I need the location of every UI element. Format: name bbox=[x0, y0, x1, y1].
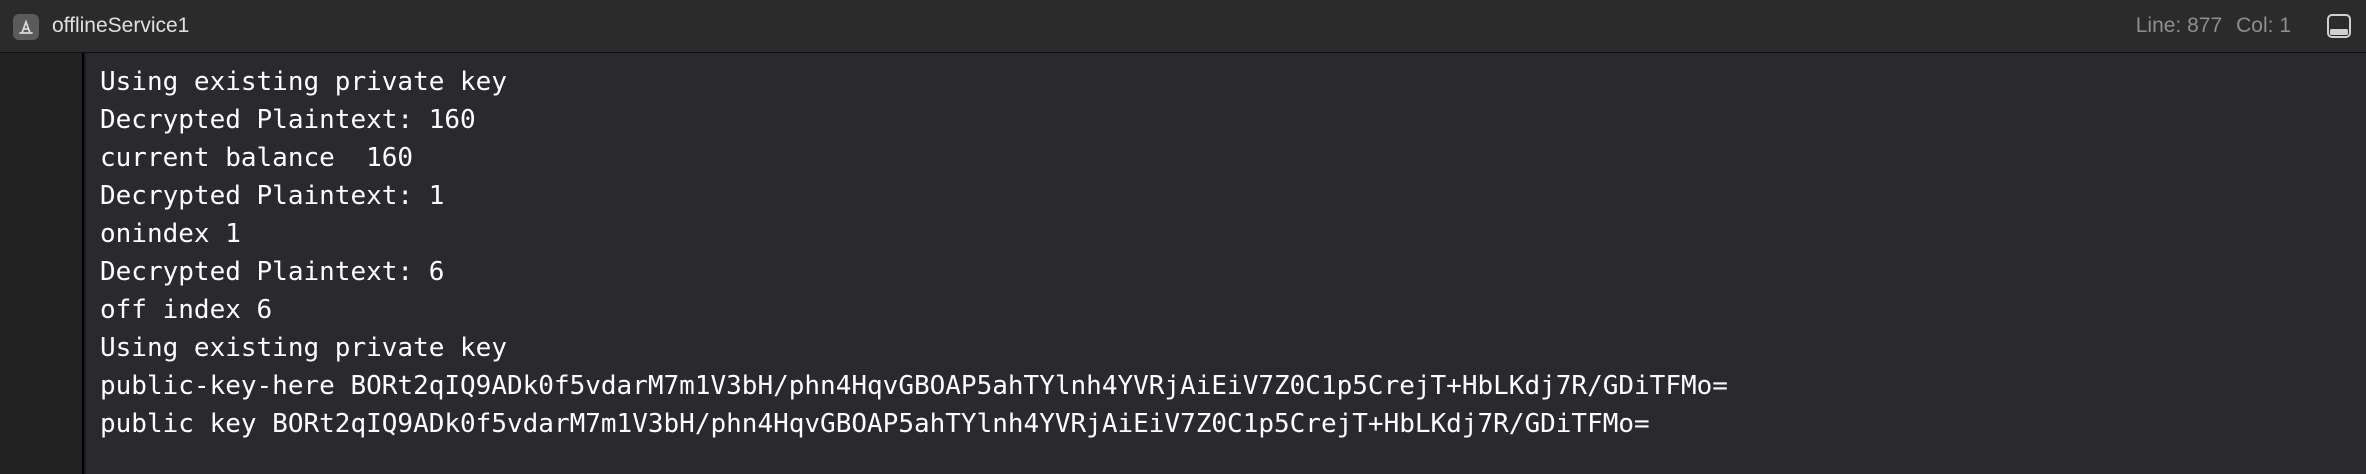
console-gutter bbox=[0, 53, 84, 474]
log-line: Decrypted Plaintext: 160 bbox=[100, 105, 476, 135]
bottom-panel-toggle-button[interactable] bbox=[2324, 12, 2354, 40]
log-line: public-key-here BORt2qIQ9ADk0f5vdarM7m1V… bbox=[100, 371, 1728, 401]
log-line: Decrypted Plaintext: 1 bbox=[100, 181, 445, 211]
console-header: offlineService1 Line: 877 Col: 1 bbox=[0, 0, 2366, 53]
cursor-position: Line: 877 Col: 1 bbox=[2136, 12, 2291, 40]
log-line: Using existing private key bbox=[100, 333, 507, 363]
log-line: Using existing private key bbox=[100, 67, 507, 97]
log-lines: Using existing private key Decrypted Plai… bbox=[100, 63, 1728, 443]
log-line: onindex 1 bbox=[100, 219, 241, 249]
app-store-icon bbox=[13, 14, 39, 40]
column-number: Col: 1 bbox=[2236, 14, 2291, 37]
log-line: public key BORt2qIQ9ADk0f5vdarM7m1V3bH/p… bbox=[100, 409, 1650, 439]
log-line: off index 6 bbox=[100, 295, 273, 325]
log-line: current balance 160 bbox=[100, 143, 414, 173]
line-number: Line: 877 bbox=[2135, 14, 2223, 37]
console-output[interactable]: Using existing private key Decrypted Plai… bbox=[86, 53, 2366, 474]
console-title: offlineService1 bbox=[52, 14, 190, 37]
bottom-panel-toggle-icon bbox=[2327, 14, 2351, 38]
log-line: Decrypted Plaintext: 6 bbox=[100, 257, 445, 287]
